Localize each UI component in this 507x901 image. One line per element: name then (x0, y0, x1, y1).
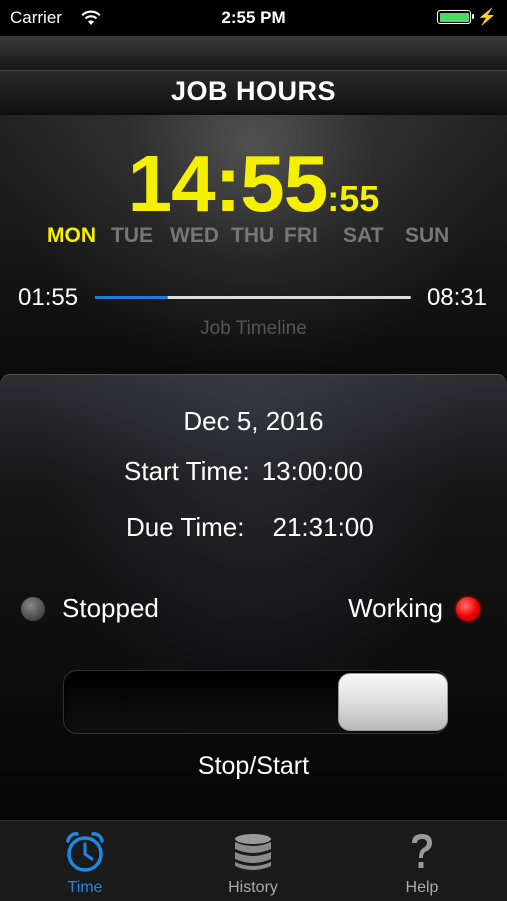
day-sun: SUN (405, 224, 450, 247)
job-timeline-label: Job Timeline (200, 318, 307, 339)
tab-time[interactable]: Time (15, 821, 155, 901)
database-stack-icon (235, 834, 271, 870)
day-tue: TUE (111, 224, 153, 247)
stopped-indicator-icon (21, 597, 45, 621)
start-time-label: Start Time: (124, 456, 250, 486)
timeline-start-time: 01:55 (18, 284, 79, 311)
tab-bar: Time History Help (0, 820, 507, 901)
stop-start-label: Stop/Start (197, 752, 310, 780)
status-bar: Carrier 2:55 PM ⚡ (0, 0, 507, 36)
day-wed: WED (170, 224, 219, 247)
start-time-row: Start Time: 13:00:00 (124, 456, 363, 487)
page-title: JOB HOURS (170, 76, 337, 106)
current-time-hours-minutes: 14:55 (127, 139, 329, 228)
job-date: Dec 5, 2016 (183, 406, 324, 436)
tab-time-label: Time (67, 879, 103, 896)
day-mon: MON (47, 224, 96, 247)
working-label: Working (348, 593, 443, 623)
start-time-value: 13:00:00 (261, 456, 363, 486)
tab-help[interactable]: Help (352, 821, 492, 901)
working-indicator-icon (456, 597, 480, 621)
job-timeline-track (95, 296, 411, 299)
stop-start-toggle-knob[interactable] (338, 673, 448, 731)
status-time: 2:55 PM (221, 8, 286, 27)
tab-history[interactable]: History (183, 821, 323, 901)
alarm-clock-icon (66, 832, 104, 872)
day-thu: THU (231, 224, 275, 247)
weekday-row: MON TUE WED THU FRI SAT SUN (44, 224, 464, 252)
charging-icon: ⚡ (477, 9, 497, 26)
question-mark-icon (412, 834, 432, 868)
day-fri: FRI (284, 224, 318, 247)
due-time-label: Due Time: (126, 512, 245, 542)
current-time-seconds: :55 (327, 178, 380, 219)
header-bar: JOB HOURS (0, 36, 507, 115)
timeline-end-time: 08:31 (426, 284, 487, 311)
tab-help-label: Help (405, 879, 439, 896)
tab-history-label: History (228, 879, 278, 896)
job-timeline-progress (95, 296, 168, 299)
current-time-display: 14:55:55 (0, 138, 507, 230)
day-sat: SAT (343, 224, 384, 247)
due-time-value: 21:31:00 (272, 512, 374, 542)
stopped-label: Stopped (62, 593, 159, 623)
battery-full-icon (437, 10, 474, 24)
due-time-row: Due Time: 21:31:00 (126, 512, 374, 543)
